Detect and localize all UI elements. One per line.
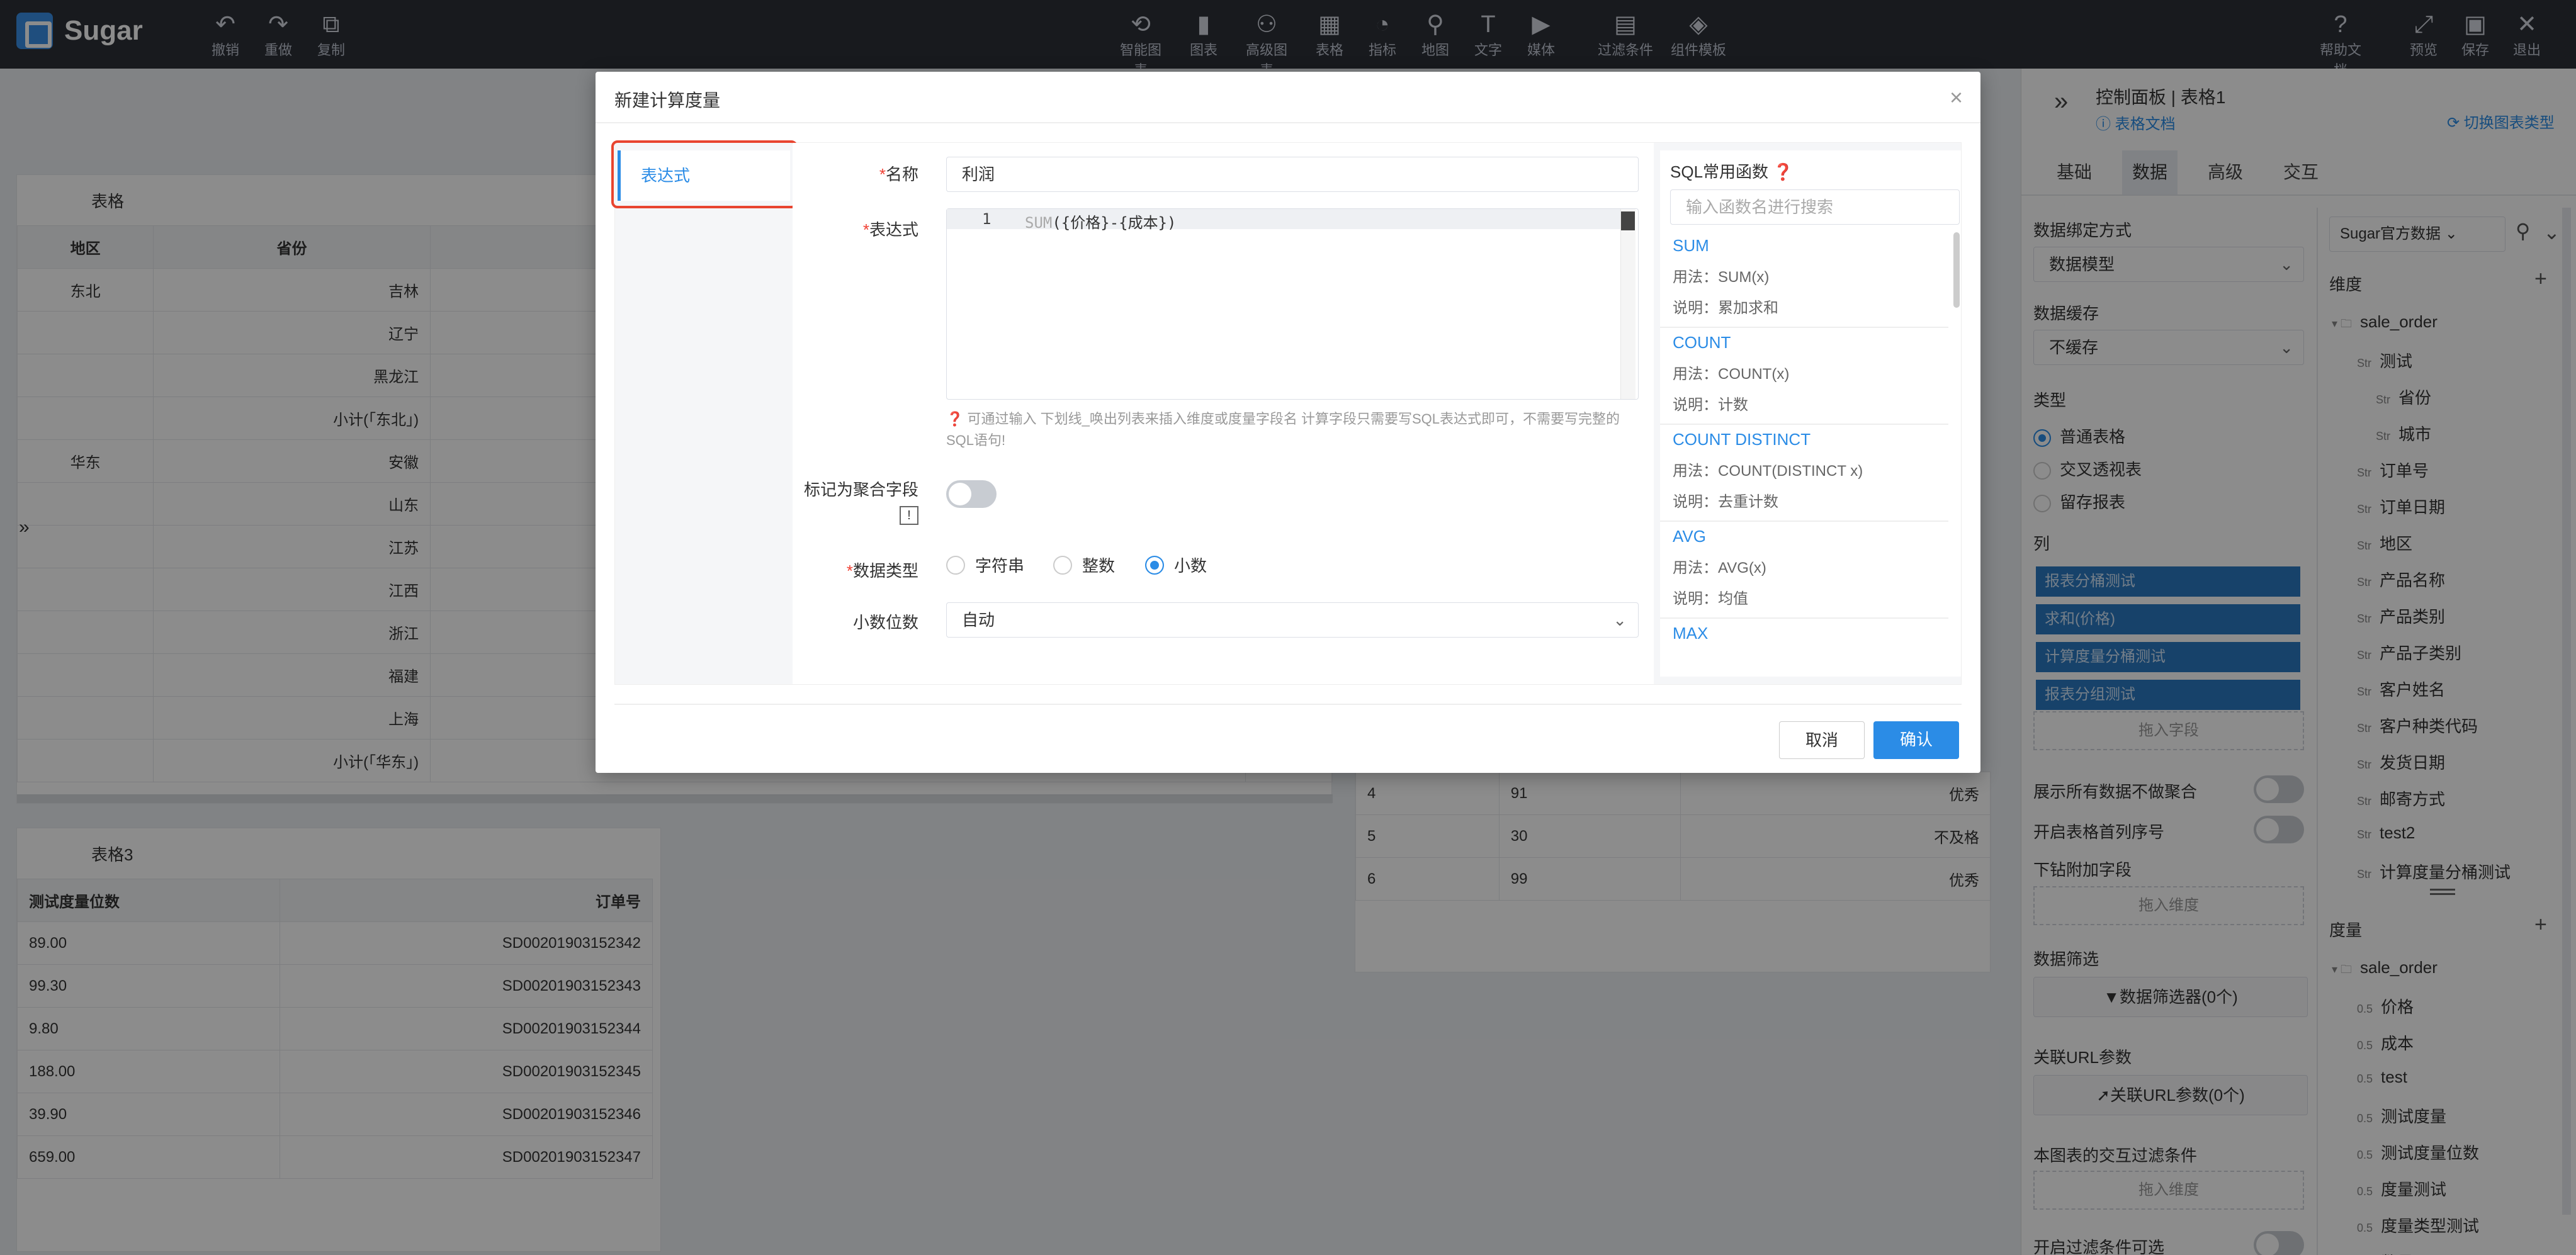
usage-prefix: 用法：: [1673, 560, 1718, 577]
sql-title-text: SQL常用函数: [1670, 162, 1769, 181]
desc-prefix: 说明：: [1673, 397, 1718, 414]
function-item[interactable]: MAX: [1673, 624, 1708, 643]
function-usage: 用法：SUM(x): [1673, 264, 1778, 286]
expression-function: SUM: [1025, 214, 1053, 232]
editor-scroll-thumb[interactable]: [1621, 211, 1635, 230]
function-divider: [1660, 617, 1948, 619]
expression-code: SUM({价格}-{成本}): [1025, 210, 1177, 232]
data-type-radio-小数[interactable]: 小数: [1145, 553, 1207, 577]
highlight-box: [611, 140, 798, 208]
function-usage: 用法：COUNT(x): [1673, 361, 1789, 383]
editor-scrollbar[interactable]: [1620, 209, 1635, 399]
usage-prefix: 用法：: [1673, 269, 1718, 286]
expression-form: *名称 利润 *表达式 1 SUM({价格}-{成本}) ❓ 可通过输入 下划线…: [793, 143, 1654, 684]
function-name: COUNT DISTINCT: [1673, 430, 1811, 449]
radio-icon: [1053, 555, 1072, 575]
aggregate-toggle[interactable]: [946, 480, 997, 508]
data-type-radio-整数[interactable]: 整数: [1053, 553, 1115, 577]
expression-args: ({价格}-{成本}): [1052, 214, 1177, 232]
chevron-down-icon: ⌄: [1613, 611, 1627, 629]
usage-prefix: 用法：: [1673, 463, 1718, 480]
info-icon[interactable]: !: [900, 506, 918, 525]
radio-icon: [1145, 555, 1164, 575]
expression-label: *表达式: [862, 220, 918, 239]
decimals-value: 自动: [962, 611, 995, 629]
function-item[interactable]: COUNT DISTINCT 用法：COUNT(DISTINCT x) 说明：去重计…: [1673, 430, 1863, 511]
function-desc: 说明：计数: [1673, 392, 1789, 414]
sql-functions-title: SQL常用函数 ❓: [1670, 159, 1794, 183]
function-desc: 说明：累加求和: [1673, 295, 1778, 317]
radio-label: 小数: [1174, 556, 1207, 575]
desc-prefix: 说明：: [1673, 493, 1718, 510]
expression-editor[interactable]: 1 SUM({价格}-{成本}): [946, 208, 1639, 400]
desc-value: 去重计数: [1718, 493, 1778, 510]
dialog-body: 表达式 *名称 利润 *表达式 1 SUM({价格}-{成本}) ❓ 可通过输入…: [611, 140, 1962, 685]
expression-hint: ❓ 可通过输入 下划线_唤出列表来插入维度或度量字段名 计算字段只需要写SQL表…: [946, 408, 1639, 451]
desc-value: 均值: [1718, 590, 1748, 607]
confirm-button[interactable]: 确认: [1873, 721, 1959, 759]
function-usage: 用法：COUNT(DISTINCT x): [1673, 458, 1863, 480]
function-search-input[interactable]: 输入函数名进行搜索: [1670, 189, 1960, 225]
close-icon[interactable]: ×: [1950, 84, 1963, 111]
function-item[interactable]: SUM 用法：SUM(x) 说明：累加求和: [1673, 236, 1778, 317]
dialog-title: 新建计算度量: [614, 91, 721, 110]
function-name: SUM: [1673, 236, 1709, 255]
help-icon[interactable]: ❓: [1773, 162, 1793, 181]
line-number: 1: [982, 210, 991, 228]
function-desc: 说明：去重计数: [1673, 489, 1863, 511]
radio-label: 字符串: [975, 556, 1025, 575]
usage-prefix: 用法：: [1673, 366, 1718, 383]
function-name: COUNT: [1673, 333, 1731, 352]
desc-value: 计数: [1718, 397, 1748, 414]
dialog-nav: 表达式: [611, 140, 798, 684]
hint-text: 可通过输入 下划线_唤出列表来插入维度或度量字段名 计算字段只需要写SQL表达式…: [946, 411, 1620, 448]
desc-value: 累加求和: [1718, 300, 1778, 317]
help-icon: ❓: [946, 411, 964, 427]
function-name: AVG: [1673, 527, 1706, 546]
name-label: *名称: [879, 165, 918, 184]
aggregate-label-text: 标记为聚合字段: [803, 480, 918, 499]
function-name: MAX: [1673, 624, 1709, 643]
usage-value: SUM(x): [1718, 269, 1770, 286]
radio-icon: [946, 555, 965, 575]
name-input[interactable]: 利润: [946, 157, 1639, 192]
usage-value: COUNT(DISTINCT x): [1718, 463, 1863, 480]
data-type-label: *数据类型: [846, 561, 918, 580]
radio-label: 整数: [1082, 556, 1116, 575]
function-item[interactable]: AVG 用法：AVG(x) 说明：均值: [1673, 527, 1766, 608]
functions-scrollbar[interactable]: [1953, 232, 1960, 308]
footer-divider: [614, 704, 1962, 705]
data-type-label-text: 数据类型: [852, 561, 918, 580]
function-item[interactable]: COUNT 用法：COUNT(x) 说明：计数: [1673, 333, 1789, 414]
usage-value: AVG(x): [1718, 560, 1766, 577]
new-calculated-measure-dialog: 新建计算度量 × 表达式 *名称 利润 *表达式 1 SUM({价格}-{成本}…: [596, 72, 1980, 773]
data-type-radio-字符串[interactable]: 字符串: [946, 553, 1024, 577]
function-usage: 用法：AVG(x): [1673, 555, 1766, 577]
usage-value: COUNT(x): [1718, 366, 1790, 383]
desc-prefix: 说明：: [1673, 590, 1718, 607]
cancel-button[interactable]: 取消: [1779, 721, 1865, 759]
aggregate-label: 标记为聚合字段 !: [793, 478, 918, 526]
sql-functions-panel: SQL常用函数 ❓ 输入函数名进行搜索 SUM 用法：SUM(x) 说明：累加求和 C…: [1660, 150, 1961, 677]
desc-prefix: 说明：: [1673, 300, 1718, 317]
function-desc: 说明：均值: [1673, 586, 1766, 608]
function-divider: [1660, 327, 1948, 328]
title-divider: [596, 122, 1980, 123]
function-divider: [1660, 424, 1948, 425]
decimals-label: 小数位数: [852, 613, 918, 632]
function-divider: [1660, 521, 1948, 522]
name-label-text: 名称: [885, 165, 918, 184]
expression-label-text: 表达式: [869, 220, 918, 239]
decimals-select[interactable]: 自动 ⌄: [946, 602, 1639, 638]
